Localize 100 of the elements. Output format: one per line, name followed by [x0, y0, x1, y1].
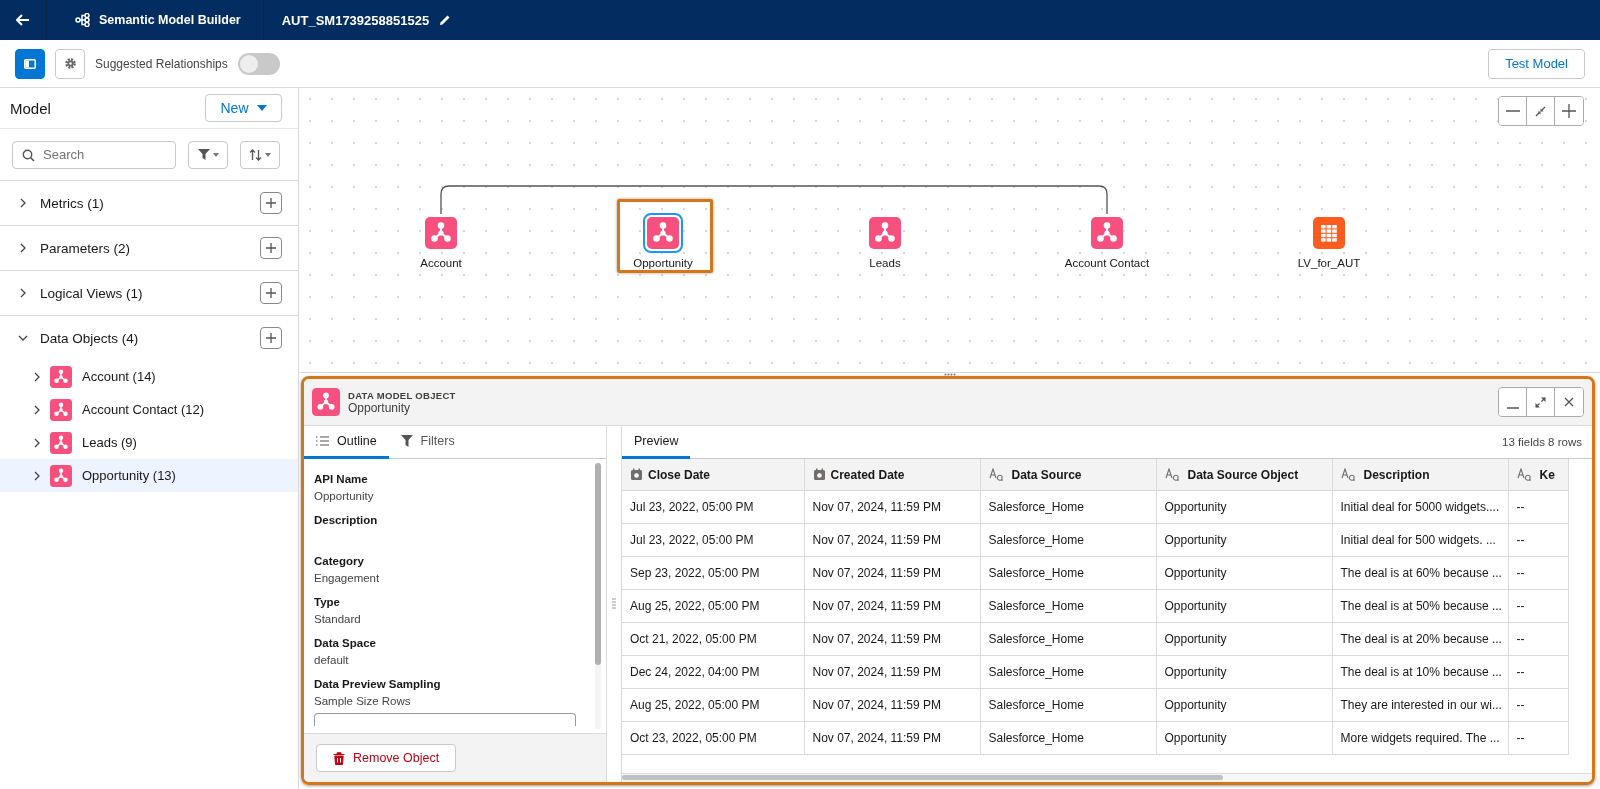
tree-item[interactable]: Leads (9) [0, 426, 298, 459]
new-button[interactable]: New [205, 94, 282, 122]
minimize-button[interactable] [1499, 388, 1527, 416]
chevron-icon[interactable] [18, 288, 28, 298]
settings-icon [63, 57, 77, 70]
caret-icon [256, 105, 267, 111]
model-name: AUT_SM1739258851525 [281, 12, 430, 28]
minimize-icon [1506, 407, 1519, 409]
table-cell: The deal is at 50% because ... [1332, 589, 1508, 623]
panel-icon [24, 58, 36, 69]
scrollbar[interactable] [622, 775, 1224, 780]
search-field[interactable]: Search [12, 140, 176, 169]
tree-item[interactable]: Account Contact (12) [0, 393, 298, 426]
table-cell: Salesforce_Home [980, 655, 1156, 689]
object-title: Opportunity [348, 400, 412, 415]
plus-icon [1562, 104, 1576, 118]
toggle-label: Suggested Relationships [95, 56, 228, 71]
table-cell: Opportunity [1156, 622, 1332, 656]
table-cell: The deal is at 10% because ... [1332, 655, 1508, 689]
object-icon [50, 431, 72, 454]
sidebar-title: Model [10, 99, 51, 117]
panel-tab[interactable]: Outline [304, 426, 389, 459]
sidebar-toggle-button[interactable] [15, 48, 45, 79]
table-cell: Salesforce_Home [980, 622, 1156, 656]
object-type: DATA MODEL OBJECT [348, 389, 456, 401]
table-cell: -- [1508, 490, 1568, 524]
add-button[interactable] [260, 282, 282, 304]
object-icon [50, 365, 72, 388]
section-label[interactable]: Data Objects (4) [40, 330, 248, 346]
section-label[interactable]: Parameters (2) [40, 240, 248, 256]
node-label[interactable]: Account [420, 257, 462, 269]
table-cell: Opportunity [1156, 523, 1332, 557]
table-cell: -- [1508, 721, 1568, 755]
add-button[interactable] [260, 327, 282, 349]
add-button[interactable] [260, 192, 282, 214]
column-header[interactable]: Created Date [804, 459, 980, 491]
column-header[interactable]: Ke [1508, 459, 1568, 491]
calendar-icon [630, 468, 643, 481]
table-cell: Opportunity [1156, 655, 1332, 689]
remove-object-button[interactable]: Remove Object [316, 744, 457, 772]
node-label[interactable]: Leads [869, 257, 901, 269]
column-header[interactable]: Data Source Object [1156, 459, 1332, 491]
resize-handle-icon[interactable] [943, 373, 956, 376]
field-value: Sample Size Rows [314, 695, 412, 709]
caret-icon [212, 152, 219, 157]
chevron-icon[interactable] [18, 243, 28, 253]
field-value: Engagement [314, 572, 381, 586]
chevron-icon[interactable] [18, 333, 28, 343]
table-cell: Nov 07, 2024, 11:59 PM [804, 622, 980, 656]
section-label[interactable]: Logical Views (1) [40, 285, 248, 301]
table-cell: Salesforce_Home [980, 721, 1156, 755]
settings-button[interactable] [55, 48, 85, 79]
zoom-out-button[interactable] [1499, 97, 1527, 125]
panel-tab[interactable]: Filters [388, 426, 467, 459]
hierarchy-icon [75, 13, 91, 27]
node-label[interactable]: Opportunity [633, 257, 693, 269]
close-icon [1564, 397, 1574, 407]
column-header[interactable]: Close Date [622, 459, 804, 491]
tree-item[interactable]: Opportunity (13) [0, 459, 298, 492]
sort-button[interactable] [240, 140, 280, 169]
add-button[interactable] [260, 237, 282, 259]
chevron-icon[interactable] [32, 437, 42, 448]
list-icon [316, 436, 329, 446]
resize-handle-icon[interactable] [612, 598, 616, 610]
back-arrow-icon[interactable] [16, 14, 30, 26]
field-label: Type [314, 596, 341, 608]
edit-icon[interactable] [439, 14, 452, 26]
table-cell: -- [1508, 622, 1568, 656]
table-cell: Aug 25, 2022, 05:00 PM [622, 688, 804, 722]
scrollbar[interactable] [595, 463, 601, 666]
chevron-icon[interactable] [18, 198, 28, 208]
table-cell: Opportunity [1156, 721, 1332, 755]
suggested-relationships-toggle[interactable] [237, 52, 280, 75]
node-label[interactable]: Account Contact [1064, 257, 1150, 269]
object-icon [312, 388, 340, 416]
column-header[interactable]: Data Source [980, 459, 1156, 491]
chevron-icon[interactable] [32, 371, 42, 382]
table-cell: More widgets required. The ... [1332, 721, 1508, 755]
plus-icon [265, 287, 277, 299]
calendar-icon [812, 468, 826, 481]
test-model-button[interactable]: Test Model [1488, 48, 1585, 79]
minus-icon [1505, 110, 1520, 112]
sampling-select[interactable] [314, 713, 576, 726]
sort-icon [249, 148, 262, 161]
filter-button[interactable] [188, 140, 228, 169]
filter-icon [400, 435, 413, 447]
column-header[interactable]: Description [1332, 459, 1508, 491]
filter-icon [197, 149, 210, 160]
chevron-icon[interactable] [32, 470, 42, 481]
expand-icon [1535, 396, 1546, 408]
trash-icon [333, 751, 345, 765]
tree-item[interactable]: Account (14) [0, 360, 298, 393]
node-icon[interactable] [643, 213, 683, 253]
table-cell: Nov 07, 2024, 11:59 PM [804, 589, 980, 623]
search-icon [22, 148, 35, 162]
section-label[interactable]: Metrics (1) [40, 195, 248, 211]
node-label[interactable]: LV_for_AUT [1297, 257, 1361, 269]
table-cell: Jul 23, 2022, 05:00 PM [622, 523, 804, 557]
table-cell: Salesforce_Home [980, 589, 1156, 623]
chevron-icon[interactable] [32, 404, 42, 415]
